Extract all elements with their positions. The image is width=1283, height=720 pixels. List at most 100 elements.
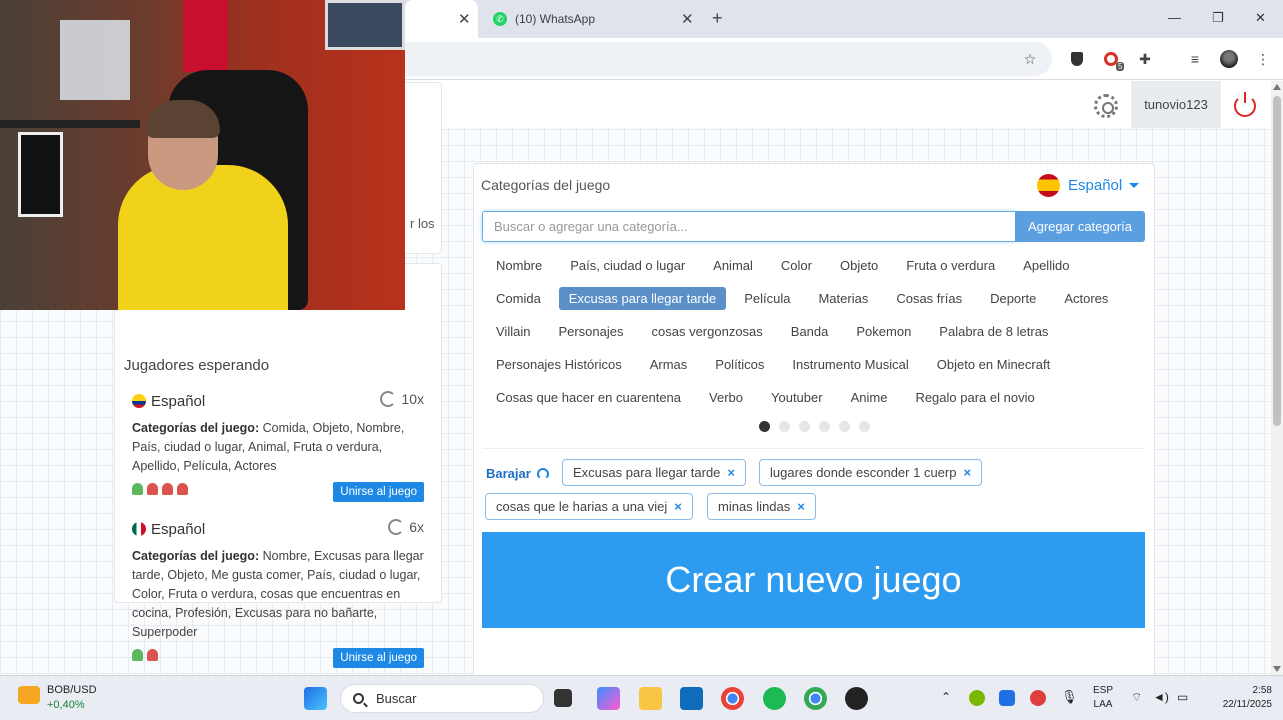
task-view-icon[interactable] <box>554 689 572 707</box>
category-item[interactable]: Pokemon <box>846 320 921 343</box>
category-item[interactable]: Verbo <box>699 386 753 409</box>
room-language: Español <box>151 520 206 538</box>
category-item[interactable]: Apellido <box>1013 254 1079 277</box>
outlook-icon[interactable] <box>680 687 703 710</box>
divider <box>482 448 1145 449</box>
category-item[interactable]: Nombre <box>486 254 552 277</box>
shield-extension-icon[interactable] <box>1068 50 1086 68</box>
page-dot-active[interactable] <box>759 421 770 432</box>
tray-sync-icon[interactable] <box>999 690 1015 706</box>
category-item[interactable]: Actores <box>1054 287 1118 310</box>
category-item[interactable]: Deporte <box>980 287 1046 310</box>
category-item[interactable]: Youtuber <box>761 386 833 409</box>
page-dot[interactable] <box>799 421 810 432</box>
new-tab-button[interactable]: + <box>712 8 723 29</box>
profile-avatar-icon[interactable] <box>1220 50 1238 68</box>
page-dot[interactable] <box>839 421 850 432</box>
battery-icon[interactable]: ▭ <box>1177 690 1188 704</box>
category-item[interactable]: Materias <box>808 287 878 310</box>
room-footer: Unirse al juego <box>132 482 424 502</box>
stock-widget-icon[interactable] <box>18 686 40 704</box>
category-item[interactable]: cosas vergonzosas <box>642 320 773 343</box>
category-item[interactable]: Personajes Históricos <box>486 353 632 376</box>
scrollbar-thumb[interactable] <box>1273 96 1281 426</box>
tab-close-icon[interactable]: ✕ <box>681 10 694 28</box>
page-dot[interactable] <box>819 421 830 432</box>
category-item[interactable]: Película <box>734 287 800 310</box>
category-item[interactable]: Fruta o verdura <box>896 254 1005 277</box>
category-item[interactable]: Banda <box>781 320 839 343</box>
close-icon[interactable]: × <box>797 499 805 514</box>
close-icon[interactable]: × <box>963 465 971 480</box>
copilot-icon[interactable] <box>597 687 620 710</box>
taskbar-search[interactable]: Buscar <box>340 684 544 713</box>
category-item[interactable]: Objeto <box>830 254 888 277</box>
tab-close-icon[interactable]: ✕ <box>458 10 471 28</box>
window-close-button[interactable]: ✕ <box>1255 10 1266 26</box>
minimize-button[interactable]: — <box>1168 10 1181 25</box>
chrome-icon[interactable] <box>721 687 744 710</box>
maximize-button[interactable]: ❐ <box>1212 10 1224 26</box>
category-item[interactable]: Cosas frías <box>886 287 972 310</box>
category-item[interactable]: Comida <box>486 287 551 310</box>
category-item[interactable]: Objeto en Minecraft <box>927 353 1060 376</box>
create-game-button[interactable]: Crear nuevo juego <box>482 532 1145 628</box>
join-game-button[interactable]: Unirse al juego <box>333 648 424 668</box>
shuffle-button[interactable]: Barajar <box>486 466 549 481</box>
clock[interactable]: 2:58 22/11/2025 <box>1198 684 1272 712</box>
category-item[interactable]: País, ciudad o lugar <box>560 254 695 277</box>
tab-whatsapp[interactable]: ✆ (10) WhatsApp ✕ <box>493 0 703 38</box>
page-scrollbar[interactable] <box>1271 81 1283 675</box>
language-select[interactable]: Español <box>1037 174 1140 197</box>
tab-active[interactable]: ✕ <box>405 0 478 38</box>
gear-icon[interactable] <box>1094 94 1118 118</box>
join-game-button[interactable]: Unirse al juego <box>333 482 424 502</box>
category-item[interactable]: Anime <box>841 386 898 409</box>
tab-whatsapp-label: (10) WhatsApp <box>515 12 596 26</box>
file-explorer-icon[interactable] <box>639 687 662 710</box>
kebab-menu-icon[interactable]: ⋮ <box>1254 50 1272 68</box>
category-item[interactable]: Instrumento Musical <box>782 353 918 376</box>
red-extension-icon[interactable]: 5 <box>1102 50 1125 71</box>
player-icon <box>147 483 158 495</box>
bookmark-star-icon[interactable]: ☆ <box>1021 50 1039 68</box>
player-icon <box>162 483 173 495</box>
category-item[interactable]: Animal <box>703 254 763 277</box>
page-dot[interactable] <box>779 421 790 432</box>
category-item[interactable]: Cosas que hacer en cuarentena <box>486 386 691 409</box>
app-icon[interactable] <box>845 687 868 710</box>
category-item[interactable]: Villain <box>486 320 540 343</box>
room-footer: Unirse al juego <box>132 648 424 668</box>
media-controls-icon[interactable]: ≡ <box>1186 50 1204 68</box>
room-card: Español 10x Categorías del juego: Comida… <box>132 390 424 502</box>
tray-extension-icon[interactable] <box>1030 690 1046 706</box>
microphone-icon[interactable]: 🎙 <box>1061 690 1078 704</box>
scroll-down-icon[interactable] <box>1273 666 1281 672</box>
add-category-button[interactable]: Agregar categoría <box>1015 211 1145 242</box>
category-item[interactable]: Políticos <box>705 353 774 376</box>
category-search-input[interactable]: Buscar o agregar una categoría... <box>482 211 1016 242</box>
chrome-profile-icon[interactable] <box>804 687 827 710</box>
category-item[interactable]: Palabra de 8 letras <box>929 320 1058 343</box>
category-item[interactable]: Regalo para el novio <box>905 386 1044 409</box>
category-item-selected[interactable]: Excusas para llegar tarde <box>558 287 727 310</box>
chip-label: Excusas para llegar tarde <box>573 465 721 480</box>
close-icon[interactable]: × <box>727 465 735 480</box>
close-icon[interactable]: × <box>674 499 682 514</box>
category-item[interactable]: Personajes <box>548 320 633 343</box>
username-button[interactable]: tunovio123 <box>1131 81 1221 128</box>
volume-icon[interactable]: ◄) <box>1153 690 1169 704</box>
scroll-up-icon[interactable] <box>1273 84 1281 90</box>
category-item[interactable]: Color <box>771 254 822 277</box>
category-item[interactable]: Armas <box>640 353 698 376</box>
wifi-icon[interactable]: ⌔ <box>1131 690 1142 704</box>
tray-app-icon[interactable] <box>969 690 985 706</box>
tray-chevron-icon[interactable]: ⌃ <box>941 690 951 704</box>
input-language[interactable]: ESP LAA <box>1088 684 1118 712</box>
power-logout-icon[interactable] <box>1234 92 1256 117</box>
stock-name[interactable]: BOB/USD <box>47 684 97 696</box>
windows-start-icon[interactable] <box>304 687 327 710</box>
spotify-icon[interactable] <box>763 687 786 710</box>
puzzle-extensions-icon[interactable]: ✚ <box>1136 50 1154 68</box>
page-dot[interactable] <box>859 421 870 432</box>
